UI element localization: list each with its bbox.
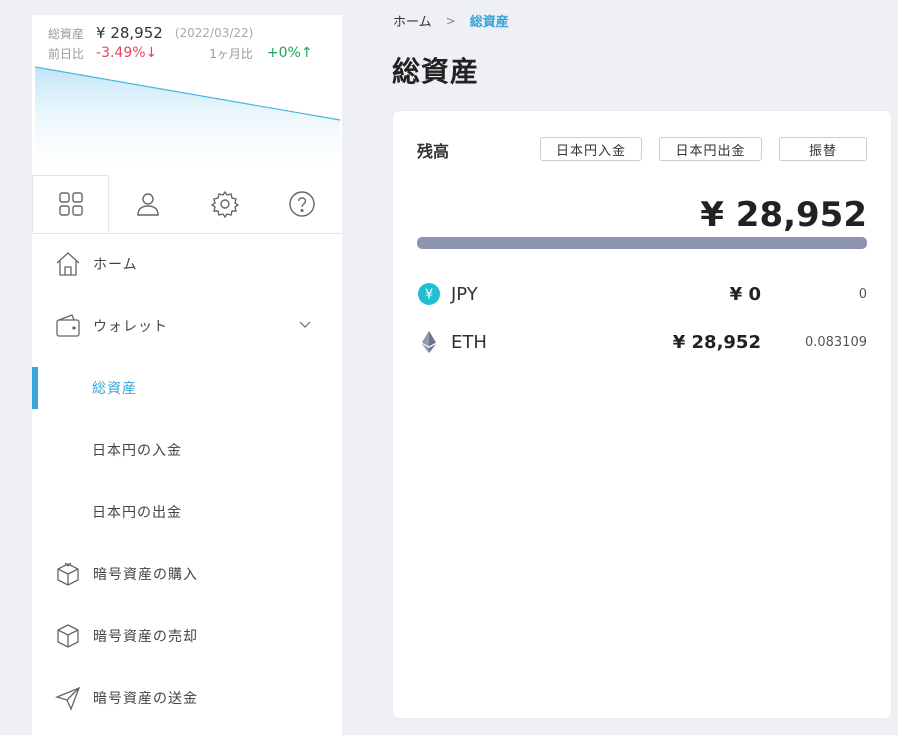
nav-home-label: ホーム	[93, 257, 138, 273]
gear-icon	[210, 190, 239, 218]
nav-home[interactable]: ホーム	[32, 233, 342, 295]
breadcrumb-current: 総資産	[469, 15, 509, 30]
asset-amount: 0	[858, 286, 867, 302]
mini-trend-chart	[35, 66, 340, 180]
summary-date: (2022/03/22)	[174, 26, 254, 40]
ethereum-icon	[417, 330, 441, 354]
tab-settings[interactable]	[186, 175, 263, 233]
balance-total: ¥ 28,952	[700, 195, 867, 235]
grid-icon	[58, 192, 83, 216]
nav-jpy-withdraw[interactable]: 日本円の出金	[32, 481, 342, 543]
page-title: 総資産	[392, 55, 480, 88]
asset-row-eth[interactable]: ETH ¥ 28,952 0.083109	[417, 327, 867, 357]
nav-total-assets[interactable]: 総資産	[32, 357, 342, 419]
yen-coin-icon: ¥	[417, 282, 441, 306]
sidebar-icon-tabs	[32, 175, 342, 234]
user-icon	[136, 193, 159, 216]
tab-dashboard[interactable]	[32, 175, 109, 233]
day-change-value: -3.49%↓	[96, 45, 158, 61]
nav-crypto-buy-label: 暗号資産の購入	[93, 567, 198, 583]
month-change-label: 1ヶ月比	[209, 46, 253, 61]
asset-row-jpy[interactable]: ¥ JPY ¥ 0 0	[417, 279, 867, 309]
asset-summary: 総資産 ¥ 28,952 (2022/03/22) 前日比 -3.49%↓ 1ヶ…	[48, 23, 338, 63]
allocation-bar	[417, 237, 867, 249]
asset-amount: 0.083109	[804, 334, 867, 350]
box-icon	[53, 621, 83, 651]
tab-account[interactable]	[109, 175, 186, 233]
transfer-button[interactable]: 振替	[779, 137, 867, 161]
breadcrumb-home-link[interactable]: ホーム	[393, 11, 432, 30]
nav-crypto-sell-label: 暗号資産の売却	[93, 629, 198, 645]
asset-yen-value: ¥ 28,952	[672, 331, 761, 353]
jpy-withdraw-button[interactable]: 日本円出金	[659, 137, 762, 161]
box-in-icon	[53, 559, 83, 589]
nav-jpy-deposit-label: 日本円の入金	[92, 443, 182, 459]
home-icon	[53, 249, 83, 279]
jpy-deposit-button[interactable]: 日本円入金	[540, 137, 642, 161]
nav-total-assets-label: 総資産	[92, 381, 137, 397]
day-change-label: 前日比	[48, 46, 85, 61]
wallet-icon	[53, 311, 83, 341]
total-assets-value: ¥ 28,952	[96, 24, 163, 42]
month-change-value: +0%↑	[266, 45, 313, 61]
sidebar-nav: ホーム ウォレット 総資産 日本円の入金 日本円の出金 暗号資産の購入 暗号資産…	[32, 233, 342, 729]
chevron-down-icon[interactable]	[298, 317, 312, 331]
nav-crypto-send-label: 暗号資産の送金	[93, 691, 198, 707]
nav-crypto-buy[interactable]: 暗号資産の購入	[32, 543, 342, 605]
asset-yen-value: ¥ 0	[729, 283, 761, 305]
tab-help[interactable]	[263, 175, 340, 233]
nav-crypto-send[interactable]: 暗号資産の送金	[32, 667, 342, 729]
nav-wallet[interactable]: ウォレット	[32, 295, 342, 357]
svg-text:¥: ¥	[425, 288, 433, 303]
nav-crypto-sell[interactable]: 暗号資産の売却	[32, 605, 342, 667]
send-icon	[53, 683, 83, 713]
asset-symbol: ETH	[451, 331, 487, 353]
help-icon	[288, 191, 315, 217]
breadcrumb: ホーム > 総資産	[393, 11, 509, 31]
total-assets-label: 総資産	[48, 26, 85, 41]
breadcrumb-separator: >	[445, 13, 456, 28]
asset-symbol: JPY	[451, 283, 478, 305]
nav-wallet-label: ウォレット	[93, 319, 168, 335]
balance-label: 残高	[417, 142, 450, 161]
nav-jpy-withdraw-label: 日本円の出金	[92, 505, 182, 521]
nav-jpy-deposit[interactable]: 日本円の入金	[32, 419, 342, 481]
sidebar: 総資産 ¥ 28,952 (2022/03/22) 前日比 -3.49%↓ 1ヶ…	[32, 15, 342, 735]
balance-card: 残高 日本円入金 日本円出金 振替 ¥ 28,952 ¥ JPY ¥ 0 0 E…	[393, 111, 891, 718]
